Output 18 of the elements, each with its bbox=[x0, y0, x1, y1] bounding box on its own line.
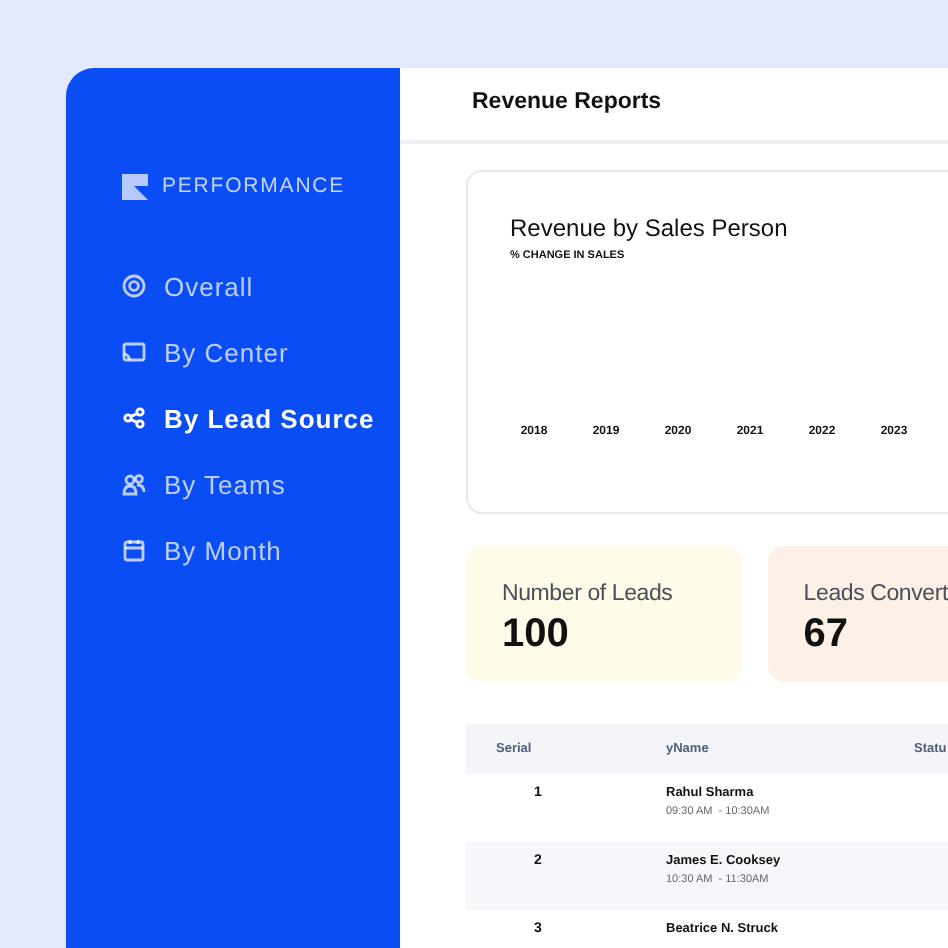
logo-icon bbox=[122, 174, 148, 201]
section-heading: PERFORMANCE bbox=[162, 172, 346, 202]
sidebar-item[interactable]: Overall bbox=[122, 253, 254, 320]
target-icon bbox=[122, 274, 146, 299]
sidebar-item[interactable]: By Center bbox=[122, 319, 289, 386]
page-title: Revenue Reports bbox=[400, 68, 948, 144]
sidebar-item[interactable]: By Month bbox=[122, 517, 282, 584]
stat-value: 67 bbox=[803, 612, 851, 657]
sidebar-item[interactable]: By Teams bbox=[122, 451, 286, 518]
stat-label: Leads Convert bbox=[803, 580, 948, 610]
people-icon bbox=[122, 472, 146, 497]
stat-label: Number of Leads bbox=[502, 580, 675, 610]
share-icon bbox=[122, 406, 146, 431]
sidebar-item[interactable]: By Lead Source bbox=[122, 385, 375, 452]
chart-title: Revenue by Sales Person bbox=[510, 212, 790, 246]
calendar-icon bbox=[122, 538, 146, 563]
screen-icon bbox=[122, 340, 146, 365]
stat-value: 100 bbox=[502, 612, 571, 657]
